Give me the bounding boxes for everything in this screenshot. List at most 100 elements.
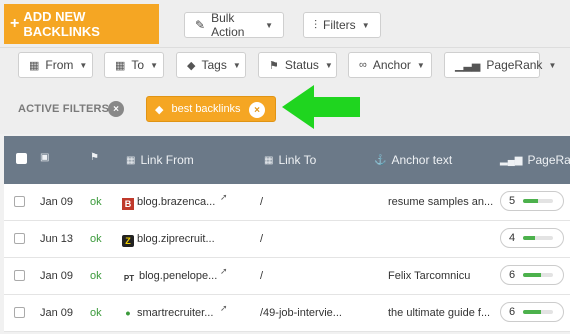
tag-icon: ◆	[155, 103, 164, 116]
row-link-from-text: blog.penelope...	[139, 270, 218, 282]
remove-filter-icon[interactable]: ×	[249, 102, 265, 118]
row-checkbox[interactable]	[14, 196, 25, 210]
chevron-down-icon: ▼	[548, 60, 557, 70]
column-anchor-text-label: Anchor text	[391, 153, 453, 167]
flag-icon[interactable]: ⚑	[90, 152, 99, 163]
filters-label: Filters	[323, 18, 356, 32]
row-link-from-text: smartrecruiter...	[137, 307, 214, 319]
pagerank-bar-fill	[523, 273, 542, 277]
site-favicon-icon: PT	[123, 274, 135, 283]
external-link-icon[interactable]: ➚	[220, 303, 228, 314]
site-favicon-icon: •	[125, 305, 131, 321]
filter-from-label: From	[45, 58, 74, 72]
row-link-from[interactable]: Zblog.ziprecruit...	[122, 233, 215, 247]
filter-tags-label: Tags	[201, 58, 227, 72]
row-link-from[interactable]: • smartrecruiter...	[122, 305, 214, 321]
table-row[interactable]: Jan 09 ok PT blog.penelope... ➚ / Felix T…	[4, 258, 570, 295]
grid-icon: ▦	[126, 154, 136, 166]
row-status: ok	[90, 196, 102, 208]
site-favicon-icon: B	[122, 198, 134, 210]
add-new-backlinks-button[interactable]: + ADD NEW BACKLINKS	[4, 4, 159, 44]
row-status: ok	[90, 270, 102, 282]
column-pagerank[interactable]: ▂▄▆ PageRank	[500, 153, 570, 167]
row-status: ok	[90, 233, 102, 245]
row-date: Jun 13	[40, 233, 74, 245]
row-anchor: resume samples an...	[388, 196, 494, 208]
chevron-down-icon: ▼	[416, 60, 425, 70]
external-link-icon[interactable]: ➚	[220, 266, 228, 277]
row-anchor: the ultimate guide f...	[388, 307, 491, 319]
green-arrow-icon	[282, 85, 360, 129]
row-date: Jan 09	[40, 307, 74, 319]
bulk-action-button[interactable]: ✎ Bulk Action ▼	[184, 11, 284, 39]
row-pagerank: 4	[500, 228, 564, 248]
column-link-from-label: Link From	[140, 153, 194, 167]
table-row[interactable]: Jun 13 ok Zblog.ziprecruit... / 4	[4, 221, 570, 258]
external-link-icon[interactable]: ➚	[220, 192, 228, 203]
row-link-from-text: blog.brazenca...	[137, 196, 216, 208]
chevron-down-icon: ▼	[150, 60, 159, 70]
bar-chart-icon: ▁▃▅	[455, 59, 481, 72]
row-pagerank: 6	[500, 302, 564, 322]
sliders-icon: ⫶	[314, 17, 318, 32]
bulk-action-label: Bulk Action	[211, 11, 245, 39]
filter-tags-button[interactable]: ◆ Tags ▼	[176, 52, 246, 78]
filter-status-button[interactable]: ⚑ Status ▼	[258, 52, 337, 78]
filter-from-button[interactable]: ▦ From ▼	[18, 52, 93, 78]
pagerank-bar-fill	[523, 310, 542, 314]
row-link-to[interactable]: /	[260, 270, 263, 282]
row-checkbox[interactable]	[14, 233, 25, 247]
row-checkbox[interactable]	[14, 307, 25, 321]
row-pagerank-value: 5	[509, 195, 516, 207]
clear-filters-icon[interactable]: ×	[108, 101, 124, 117]
filter-anchor-label: Anchor	[372, 58, 411, 72]
add-new-backlinks-label: ADD NEW BACKLINKS	[23, 9, 100, 39]
row-link-to[interactable]: /	[260, 196, 263, 208]
filter-status-label: Status	[284, 58, 319, 72]
row-date: Jan 09	[40, 270, 74, 282]
column-link-to[interactable]: ▦ Link To	[264, 153, 316, 167]
row-checkbox[interactable]	[14, 270, 25, 284]
filters-button[interactable]: ⫶ Filters ▼	[303, 12, 381, 38]
column-pagerank-label: PageRank	[527, 153, 570, 167]
filter-pagerank-button[interactable]: ▁▃▅ PageRank ▼	[444, 52, 556, 78]
plus-icon: +	[10, 15, 20, 32]
tag-icon: ◆	[187, 59, 196, 72]
filter-to-label: To	[131, 58, 145, 72]
row-link-from-text: blog.ziprecruit...	[137, 233, 215, 245]
table-header: ▣ ⚑ ▦ Link From ▦ Link To ⚓ Anchor text …	[4, 136, 570, 184]
row-link-from[interactable]: PT blog.penelope...	[122, 270, 217, 285]
link-icon: ∞	[359, 59, 367, 71]
chevron-down-icon: ▼	[79, 60, 88, 70]
calendar-icon[interactable]: ▣	[40, 152, 49, 163]
column-link-from[interactable]: ▦ Link From	[126, 153, 194, 167]
row-pagerank-value: 4	[509, 232, 516, 244]
table-row[interactable]: Jan 09 ok Bblog.brazenca... ➚ / resume s…	[4, 184, 570, 221]
bar-chart-icon: ▂▄▆	[500, 154, 523, 166]
row-status: ok	[90, 307, 102, 319]
row-date: Jan 09	[40, 196, 74, 208]
chevron-down-icon: ▼	[361, 20, 370, 30]
table-row[interactable]: Jan 09 ok • smartrecruiter... ➚ /49-job-i…	[4, 295, 570, 332]
grid-icon: ▦	[29, 59, 40, 72]
select-all-checkbox[interactable]	[16, 153, 27, 164]
row-anchor: Felix Tarcomnicu	[388, 270, 471, 282]
filter-to-button[interactable]: ▦ To ▼	[104, 52, 164, 78]
grid-icon: ▦	[264, 154, 274, 166]
active-filter-chip[interactable]: ◆ best backlinks ×	[146, 96, 276, 122]
column-link-to-label: Link To	[278, 153, 317, 167]
row-link-to[interactable]: /	[260, 233, 263, 245]
pagerank-bar-fill	[523, 199, 539, 203]
row-link-from[interactable]: Bblog.brazenca...	[122, 196, 215, 210]
edit-icon: ✎	[195, 18, 206, 32]
filter-anchor-button[interactable]: ∞ Anchor ▼	[348, 52, 432, 78]
chevron-down-icon: ▼	[232, 60, 241, 70]
filter-pagerank-label: PageRank	[486, 58, 543, 72]
top-toolbar: + ADD NEW BACKLINKS ✎ Bulk Action ▼ ⫶ Fi…	[0, 0, 570, 48]
chevron-down-icon: ▼	[324, 60, 333, 70]
row-pagerank-value: 6	[509, 306, 516, 318]
row-pagerank-value: 6	[509, 269, 516, 281]
row-pagerank: 6	[500, 265, 564, 285]
row-link-to[interactable]: /49-job-intervie...	[260, 307, 342, 319]
column-anchor-text[interactable]: ⚓ Anchor text	[374, 153, 452, 167]
